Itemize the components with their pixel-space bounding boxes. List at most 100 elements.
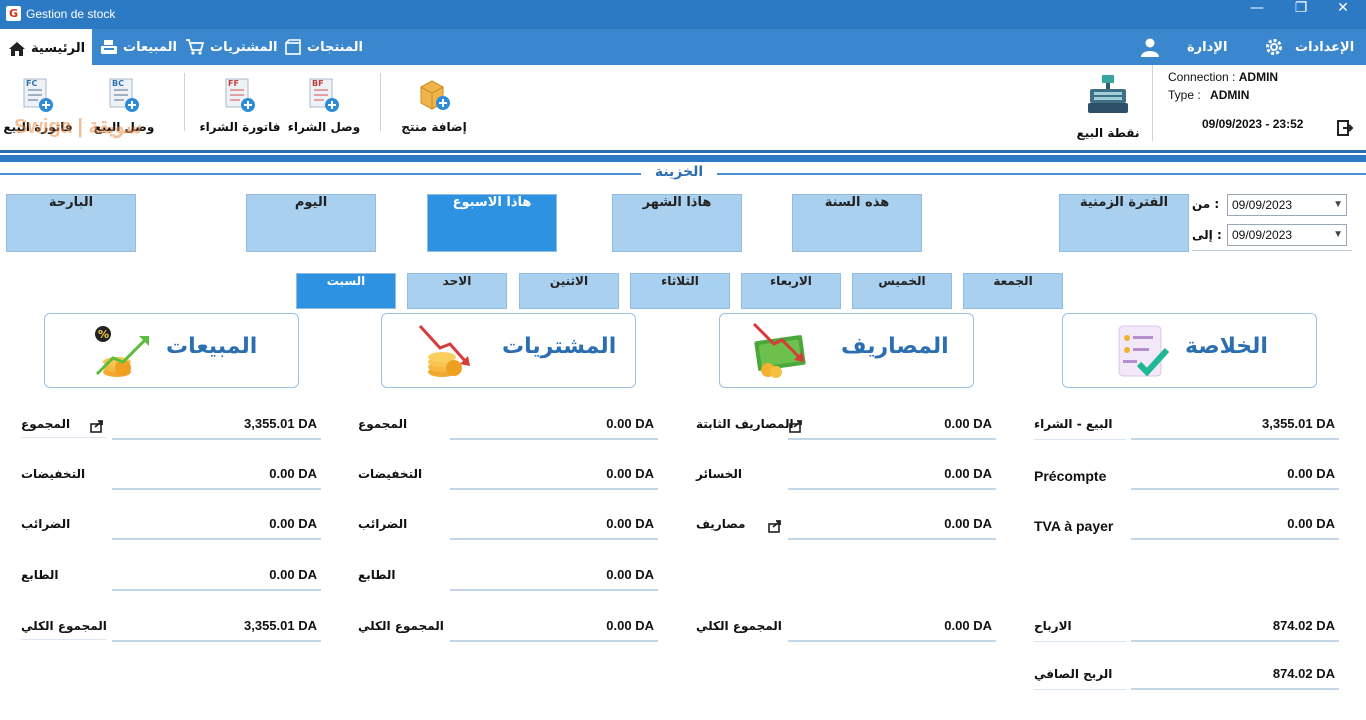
share-icon[interactable]	[90, 419, 104, 433]
row-underline	[1131, 640, 1339, 642]
row-underline	[788, 438, 996, 440]
row-underline	[788, 488, 996, 490]
net-profit-label: الربح الصافي	[1034, 667, 1113, 681]
watermark: Swiga | سويقة	[14, 116, 143, 138]
toolbar-divider	[380, 73, 381, 131]
sale-invoice-badge: FC	[26, 79, 37, 88]
fixed-expenses-label: المصاريف الثابتة	[696, 417, 794, 431]
day-button[interactable]: الثلاثاء	[630, 273, 730, 309]
period-this-week-button[interactable]: هاذا الاسبوع	[427, 194, 557, 252]
purchases-stamp-label: الطابع	[358, 568, 396, 582]
user-icon	[1141, 38, 1159, 57]
purchase-invoice-button[interactable]: FF فاتورة الشراء	[199, 73, 281, 143]
menu-sales[interactable]: المبيعات	[100, 29, 177, 65]
gear-icon	[1266, 39, 1282, 55]
connection-user: ADMIN	[1238, 70, 1279, 84]
purchase-voucher-badge: BF	[312, 79, 324, 88]
maximize-button[interactable]: ❐	[1278, 0, 1324, 29]
menu-admin-label: الإدارة	[1187, 39, 1228, 55]
toolbar: FC فاتورة البيع BC وصل البيع Swiga | سوي…	[0, 65, 1366, 150]
purchases-taxes-value: 0.00 DA	[606, 516, 654, 531]
tva-label: TVA à payer	[1034, 518, 1114, 534]
expenses-card[interactable]: المصاريف	[719, 313, 974, 388]
row-underline	[450, 640, 658, 642]
close-button[interactable]: ✕	[1320, 0, 1366, 29]
period-this-month-button[interactable]: هاذا الشهر	[612, 194, 742, 252]
logout-icon[interactable]	[1336, 119, 1354, 137]
period-this-year-button[interactable]: هذه السنة	[792, 194, 922, 252]
purchases-card[interactable]: المشتريات	[381, 313, 636, 388]
coins-growth-icon: %	[95, 326, 149, 377]
row-underline	[1034, 439, 1126, 440]
box-add-icon	[420, 80, 450, 110]
share-icon[interactable]	[768, 519, 782, 533]
connection-label: Connection :	[1168, 70, 1236, 84]
day-button[interactable]: السبت	[296, 273, 396, 309]
period-range-button[interactable]: الفترة الزمنية	[1059, 194, 1189, 252]
document-add-icon: FC	[23, 78, 53, 112]
purchases-discounts-value: 0.00 DA	[606, 466, 654, 481]
day-button[interactable]: الاحد	[407, 273, 507, 309]
period-today-button[interactable]: اليوم	[246, 194, 376, 252]
expenses-label: مصاريف	[696, 517, 746, 531]
row-underline	[450, 438, 658, 440]
title-bar: G Gestion de stock — ❐ ✕	[0, 0, 1366, 29]
menu-home-label: الرئيسية	[31, 41, 86, 56]
date-from-picker[interactable]: 09/09/2023 ▼	[1227, 194, 1347, 216]
session-info: Connection : ADMIN	[1168, 70, 1278, 84]
row-underline	[112, 538, 321, 540]
sales-card[interactable]: % المبيعات	[44, 313, 299, 388]
menu-sales-label: المبيعات	[123, 39, 177, 55]
header-divider	[0, 150, 1366, 153]
sale-voucher-badge: BC	[112, 79, 124, 88]
tva-value: 0.00 DA	[1287, 516, 1335, 531]
row-underline	[450, 538, 658, 540]
purchase-invoice-badge: FF	[228, 79, 239, 88]
menu-purchases[interactable]: المشتريات	[185, 29, 278, 65]
row-underline	[112, 589, 321, 591]
expenses-grand-total-value: 0.00 DA	[944, 618, 992, 633]
add-product-button[interactable]: إضافة منتج	[401, 73, 467, 143]
sales-grand-total-value: 3,355.01 DA	[244, 618, 317, 633]
row-underline	[1034, 641, 1126, 642]
date-to-label: إلى :	[1192, 228, 1222, 242]
cart-icon	[186, 39, 205, 55]
menu-settings[interactable]: الإعدادات	[1264, 29, 1354, 65]
row-underline	[1034, 689, 1126, 690]
net-profit-value: 874.02 DA	[1272, 666, 1335, 681]
day-button[interactable]: الاربعاء	[741, 273, 841, 309]
pos-label: نقطة البيع	[1076, 126, 1140, 140]
day-button[interactable]: الاثنين	[519, 273, 619, 309]
sales-total-value: 3,355.01 DA	[244, 416, 317, 431]
sales-card-title: المبيعات	[166, 334, 258, 359]
precompte-label: Précompte	[1034, 468, 1107, 484]
minimize-button[interactable]: —	[1234, 0, 1280, 29]
sales-taxes-value: 0.00 DA	[269, 516, 317, 531]
toolbar-divider	[1152, 65, 1153, 141]
period-yesterday-button[interactable]: البارحة	[6, 194, 136, 252]
type-label: Type :	[1168, 88, 1201, 102]
date-to-value: 09/09/2023	[1232, 228, 1293, 242]
date-to-picker[interactable]: 09/09/2023 ▼	[1227, 224, 1347, 246]
summary-card[interactable]: الخلاصة	[1062, 313, 1317, 388]
menu-home[interactable]: الرئيسية	[0, 29, 92, 65]
sales-grand-total-label: المجموع الكلي	[21, 619, 107, 633]
menu-purchases-label: المشتريات	[210, 39, 278, 55]
day-button[interactable]: الخميس	[852, 273, 952, 309]
row-underline	[112, 438, 321, 440]
menu-admin[interactable]: الإدارة	[1140, 29, 1227, 65]
row-underline	[21, 437, 106, 438]
row-underline	[1131, 488, 1339, 490]
svg-text:%: %	[98, 328, 109, 341]
pos-button[interactable]: نقطة البيع	[1077, 73, 1139, 143]
row-underline	[1131, 438, 1339, 440]
box-icon	[285, 39, 301, 55]
profits-label: الارباح	[1034, 619, 1072, 633]
purchase-voucher-button[interactable]: BF وصل الشراء	[288, 73, 360, 143]
session-datetime: 09/09/2023 - 23:52	[1202, 117, 1304, 131]
day-button[interactable]: الجمعة	[963, 273, 1063, 309]
losses-label: الخسائر	[696, 467, 742, 481]
menu-products[interactable]: المنتجات	[284, 29, 363, 65]
row-underline	[21, 639, 106, 640]
row-underline	[450, 488, 658, 490]
